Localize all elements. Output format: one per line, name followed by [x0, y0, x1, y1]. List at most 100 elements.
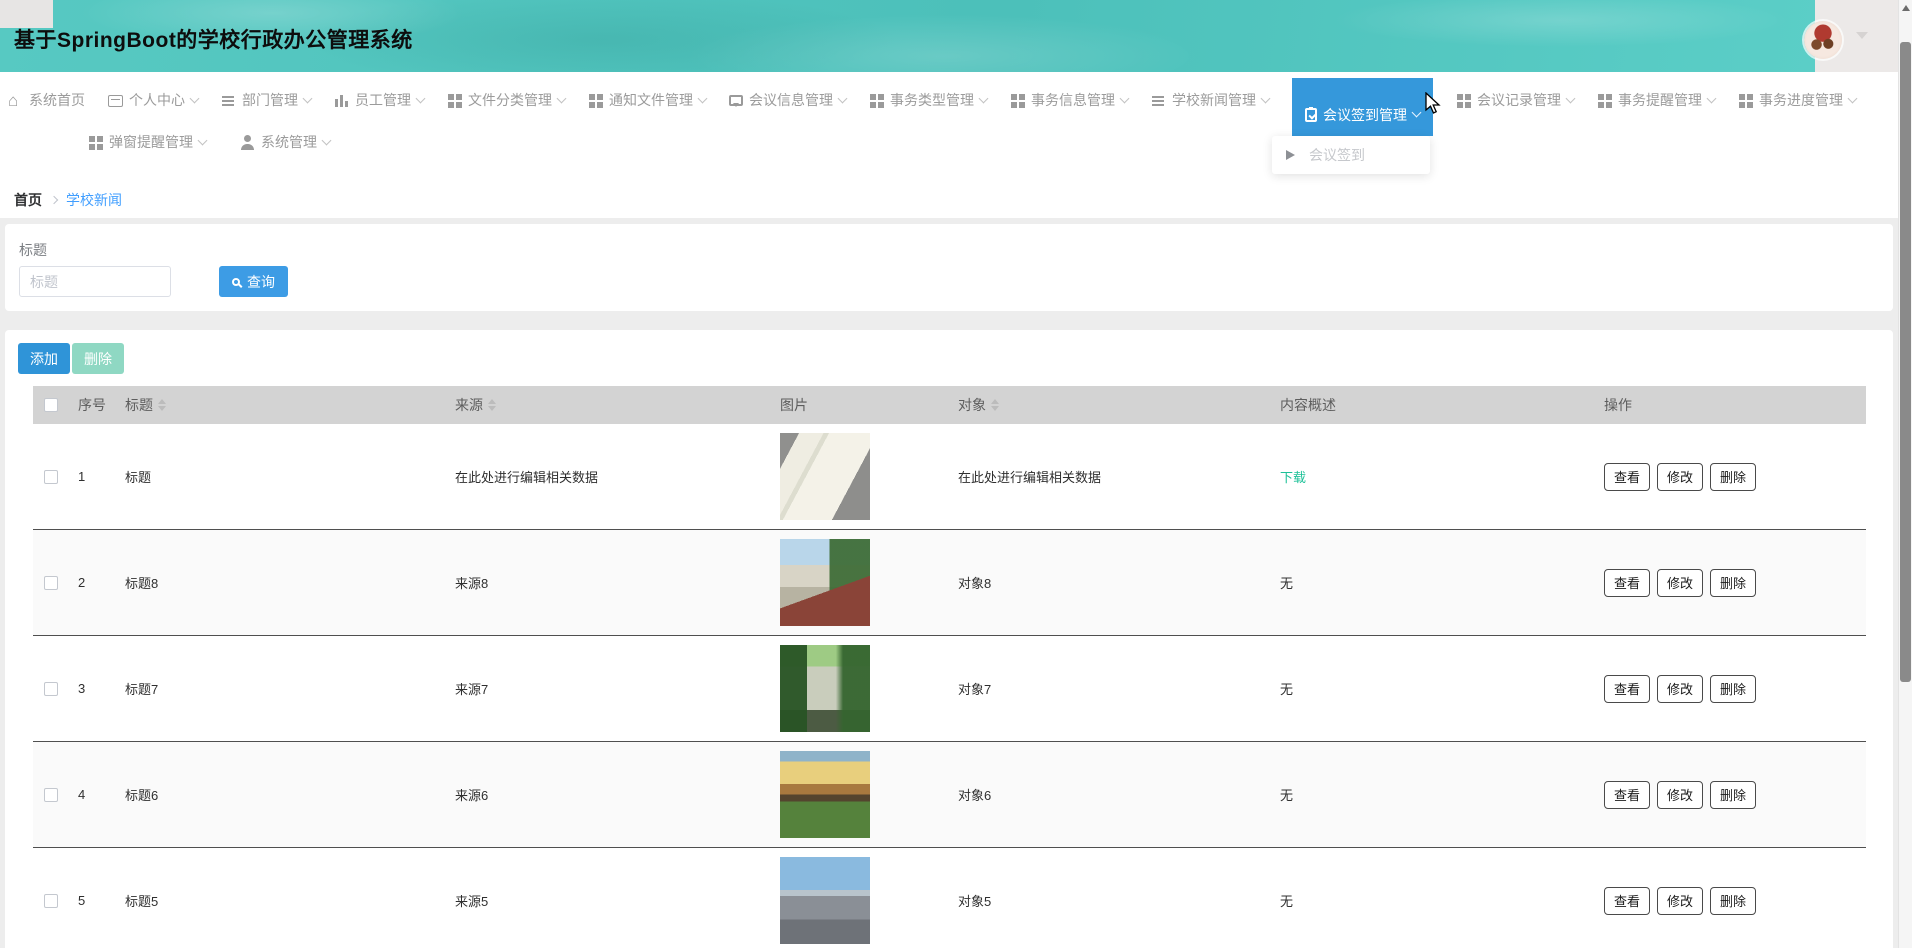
- chevron-down-icon: [1411, 107, 1422, 118]
- nav-item-personal-center[interactable]: 个人中心: [108, 90, 200, 110]
- avatar-caret-down-icon[interactable]: [1856, 32, 1868, 45]
- home-icon: [8, 91, 23, 111]
- table-row: 3 标题7 来源7 对象7 无 查看 修改 删除: [33, 636, 1866, 742]
- title-search-input[interactable]: [19, 266, 171, 297]
- nav-item-notice-file-mgmt[interactable]: 通知文件管理: [588, 90, 708, 110]
- delete-row-button[interactable]: 删除: [1710, 780, 1757, 809]
- edit-button[interactable]: 修改: [1657, 568, 1704, 597]
- col-header-num: 序号: [78, 397, 106, 413]
- row-title: 标题6: [125, 788, 159, 803]
- delete-row-button[interactable]: 删除: [1710, 568, 1757, 597]
- query-button[interactable]: 查询: [219, 266, 288, 297]
- breadcrumb-home-link[interactable]: 首页: [14, 190, 42, 210]
- add-button[interactable]: 添加: [18, 343, 70, 374]
- row-num: 3: [78, 681, 86, 696]
- view-button[interactable]: 查看: [1604, 886, 1651, 915]
- nav-item-meeting-info-mgmt[interactable]: 会议信息管理: [729, 90, 848, 110]
- sunset-field-photo: [780, 751, 870, 838]
- grid-icon: [88, 134, 103, 150]
- row-object: 对象8: [958, 576, 992, 591]
- vertical-scrollbar[interactable]: [1898, 0, 1912, 948]
- breadcrumb-current-link[interactable]: 学校新闻: [66, 190, 122, 210]
- row-checkbox[interactable]: [44, 469, 58, 484]
- breadcrumb-separator-icon: [49, 195, 59, 205]
- col-header-summary: 内容概述: [1280, 397, 1336, 413]
- row-summary: 无: [1280, 576, 1294, 591]
- row-title: 标题8: [125, 576, 159, 591]
- view-button[interactable]: 查看: [1604, 462, 1651, 491]
- sort-arrows-icon[interactable]: [991, 399, 999, 411]
- delete-row-button[interactable]: 删除: [1710, 886, 1757, 915]
- list-icon: [221, 93, 236, 108]
- play-triangle-icon: [1286, 150, 1300, 160]
- chevron-down-icon: [197, 135, 208, 145]
- select-all-checkbox[interactable]: [44, 398, 58, 412]
- row-num: 4: [78, 787, 86, 802]
- row-checkbox[interactable]: [44, 575, 58, 590]
- row-title: 标题5: [125, 894, 159, 909]
- row-source: 来源8: [455, 576, 489, 591]
- scrollbar-thumb[interactable]: [1900, 42, 1911, 682]
- row-num: 2: [78, 575, 86, 590]
- row-checkbox[interactable]: [44, 787, 58, 802]
- sort-arrows-icon[interactable]: [488, 399, 496, 411]
- delete-button[interactable]: 删除: [72, 343, 124, 374]
- edit-button[interactable]: 修改: [1657, 462, 1704, 491]
- col-header-source[interactable]: 来源: [455, 395, 780, 415]
- news-table: 序号 标题 来源 图片 对象 内容概述 操作 1 标题 在此处进行编辑相关数据 …: [33, 386, 1866, 948]
- row-object: 在此处进行编辑相关数据: [958, 470, 1102, 485]
- col-header-title[interactable]: 标题: [125, 395, 455, 415]
- row-title: 标题7: [125, 682, 159, 697]
- nav-item-school-news-mgmt[interactable]: 学校新闻管理: [1151, 90, 1271, 110]
- row-summary: 无: [1280, 894, 1294, 909]
- row-checkbox[interactable]: [44, 893, 58, 908]
- grid-icon: [1456, 92, 1471, 108]
- nav-item-affair-info-mgmt[interactable]: 事务信息管理: [1010, 90, 1130, 110]
- row-num: 5: [78, 893, 86, 908]
- tree-path-photo: [780, 645, 870, 732]
- scrollbar-up-arrow-icon[interactable]: [1901, 5, 1910, 11]
- notebook-photo: [780, 433, 870, 520]
- search-field-label: 标题: [19, 242, 47, 258]
- view-button[interactable]: 查看: [1604, 568, 1651, 597]
- clipboard-check-icon: [1305, 107, 1317, 122]
- nav-item-affair-progress-mgmt[interactable]: 事务进度管理: [1738, 90, 1858, 110]
- chevron-down-icon: [1565, 93, 1576, 103]
- col-header-object[interactable]: 对象: [958, 395, 1280, 415]
- nav-item-meeting-record-mgmt[interactable]: 会议记录管理: [1456, 90, 1576, 110]
- mouse-cursor: [1425, 92, 1441, 114]
- user-avatar[interactable]: [1804, 21, 1842, 59]
- view-button[interactable]: 查看: [1604, 674, 1651, 703]
- nav-item-meeting-signin-mgmt[interactable]: 会议签到管理 会议签到: [1272, 78, 1433, 174]
- news-table-panel: 添加 删除 序号 标题 来源 图片 对象 内容概述 操作 1 标题 在此处进行编…: [5, 330, 1893, 948]
- row-source: 在此处进行编辑相关数据: [455, 470, 599, 485]
- dropdown-item-meeting-signin[interactable]: 会议签到: [1309, 145, 1365, 165]
- sort-arrows-icon[interactable]: [158, 399, 166, 411]
- nav-item-system-home[interactable]: 系统首页: [8, 90, 85, 111]
- delete-row-button[interactable]: 删除: [1710, 462, 1757, 491]
- chevron-down-icon: [697, 93, 708, 103]
- row-checkbox[interactable]: [44, 681, 58, 696]
- nav-item-affair-type-mgmt[interactable]: 事务类型管理: [869, 90, 989, 110]
- view-button[interactable]: 查看: [1604, 780, 1651, 809]
- nav-item-department-mgmt[interactable]: 部门管理: [221, 90, 313, 110]
- grid-icon: [588, 92, 603, 108]
- grid-icon: [447, 92, 462, 108]
- nav-item-popup-reminder-mgmt[interactable]: 弹窗提醒管理: [88, 132, 208, 152]
- nav-row-1: 系统首页 个人中心 部门管理 员工管理 文件分类管理 通知文件管理: [8, 78, 1858, 174]
- nav-block: 系统首页 个人中心 部门管理 员工管理 文件分类管理 通知文件管理: [0, 72, 1898, 218]
- row-object: 对象5: [958, 894, 992, 909]
- edit-button[interactable]: 修改: [1657, 780, 1704, 809]
- dropdown-menu-meeting-signin[interactable]: 会议签到: [1272, 136, 1430, 174]
- edit-button[interactable]: 修改: [1657, 886, 1704, 915]
- nav-item-system-mgmt[interactable]: 系统管理: [240, 132, 332, 152]
- chevron-down-icon: [1706, 93, 1717, 103]
- nav-item-affair-reminder-mgmt[interactable]: 事务提醒管理: [1597, 90, 1717, 110]
- delete-row-button[interactable]: 删除: [1710, 674, 1757, 703]
- grid-icon: [1597, 92, 1612, 108]
- edit-button[interactable]: 修改: [1657, 674, 1704, 703]
- download-link[interactable]: 下载: [1280, 470, 1306, 485]
- nav-item-file-category-mgmt[interactable]: 文件分类管理: [447, 90, 567, 110]
- chevron-down-icon: [415, 93, 426, 103]
- nav-item-employee-mgmt[interactable]: 员工管理: [334, 90, 426, 110]
